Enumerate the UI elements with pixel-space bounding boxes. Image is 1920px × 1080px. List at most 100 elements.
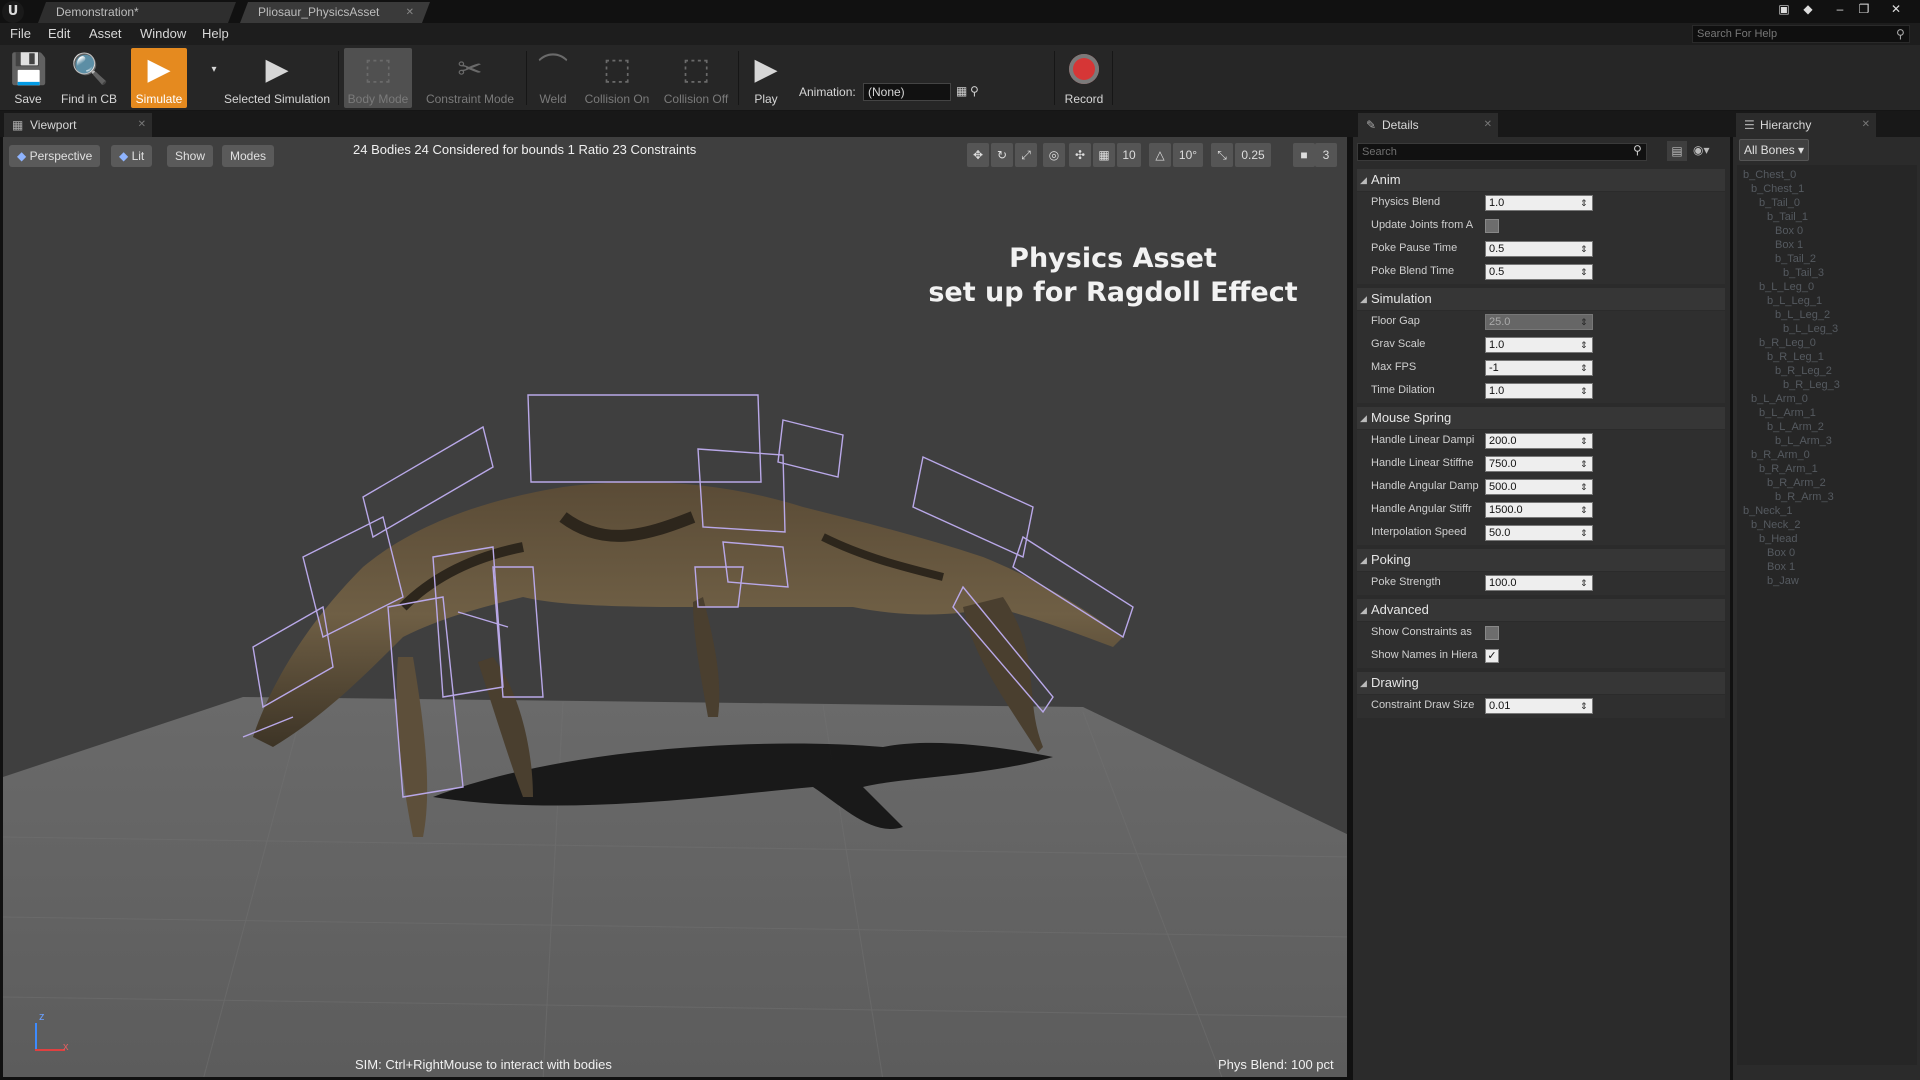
- close-window-icon[interactable]: ✕: [1884, 0, 1908, 20]
- category-poking[interactable]: ◢ Poking: [1357, 549, 1725, 571]
- bone-tree-item[interactable]: b_Tail_0: [1759, 197, 1800, 209]
- bone-tree-item[interactable]: Box 1: [1775, 239, 1803, 251]
- bone-tree-item[interactable]: b_L_Arm_3: [1775, 435, 1832, 447]
- rotate-icon[interactable]: ↻: [991, 143, 1013, 167]
- menu-asset[interactable]: Asset: [89, 26, 122, 41]
- body-mode-button[interactable]: ⬚ Body Mode: [344, 48, 412, 108]
- reset-arrow-icon[interactable]: ⇕: [1580, 385, 1590, 397]
- reset-arrow-icon[interactable]: ⇕: [1580, 339, 1590, 351]
- grid-icon[interactable]: ▦: [956, 84, 967, 98]
- bone-tree-item[interactable]: b_R_Arm_3: [1775, 491, 1834, 503]
- constraint-mode-button[interactable]: ✂ Constraint Mode: [420, 48, 520, 108]
- collapse-arrow-icon[interactable]: ◢: [1360, 288, 1367, 310]
- grid-snap-value[interactable]: 10: [1117, 143, 1141, 167]
- bones-filter-dropdown[interactable]: All Bones ▾: [1739, 139, 1809, 161]
- help-search-input[interactable]: Search For Help: [1692, 25, 1910, 43]
- bone-tree-item[interactable]: b_Neck_2: [1751, 519, 1801, 531]
- menu-window[interactable]: Window: [140, 26, 186, 41]
- close-tab-icon[interactable]: ✕: [1484, 113, 1492, 137]
- property-value-field[interactable]: 1.0 ⇕: [1485, 195, 1593, 211]
- category-mouse-spring[interactable]: ◢ Mouse Spring: [1357, 407, 1725, 429]
- bone-tree-item[interactable]: b_R_Arm_1: [1759, 463, 1818, 475]
- bone-tree-item[interactable]: b_R_Leg_3: [1783, 379, 1840, 391]
- reset-arrow-icon[interactable]: ⇕: [1580, 481, 1590, 493]
- collapse-arrow-icon[interactable]: ◢: [1360, 549, 1367, 571]
- property-value-field[interactable]: 0.5 ⇕: [1485, 241, 1593, 257]
- collapse-arrow-icon[interactable]: ◢: [1360, 672, 1367, 694]
- close-tab-icon[interactable]: ✕: [138, 113, 146, 137]
- details-search-input[interactable]: Search: [1357, 143, 1647, 161]
- reset-arrow-icon[interactable]: ⇕: [1580, 504, 1590, 516]
- bone-tree-item[interactable]: b_L_Arm_2: [1767, 421, 1824, 433]
- property-value-field[interactable]: 100.0 ⇕: [1485, 575, 1593, 591]
- category-drawing[interactable]: ◢ Drawing: [1357, 672, 1725, 694]
- weld-button[interactable]: ⌒ Weld: [534, 48, 572, 108]
- property-value-field[interactable]: -1 ⇕: [1485, 360, 1593, 376]
- save-button[interactable]: 💾 Save: [6, 48, 50, 108]
- show-button[interactable]: Show: [167, 145, 214, 167]
- simulate-button[interactable]: ▶ Simulate: [131, 48, 187, 108]
- reset-arrow-icon[interactable]: ⇕: [1580, 700, 1590, 712]
- reset-arrow-icon[interactable]: ⇕: [1580, 527, 1590, 539]
- viewport[interactable]: ◆ Perspective ◆ Lit Show Modes 24 Bodies…: [0, 137, 1350, 1080]
- play-button[interactable]: ▶ Play: [744, 48, 788, 108]
- bone-tree-item[interactable]: b_Chest_1: [1751, 183, 1804, 195]
- scale-snap-icon[interactable]: ⤡: [1211, 143, 1233, 167]
- modes-button[interactable]: Modes: [222, 145, 275, 167]
- find-in-cb-button[interactable]: 🔍 Find in CB: [58, 48, 120, 108]
- document-tab-physics-asset[interactable]: Pliosaur_PhysicsAsset ✕: [240, 2, 430, 23]
- property-matrix-icon[interactable]: ▤: [1667, 141, 1687, 161]
- bone-tree-item[interactable]: b_Tail_3: [1783, 267, 1824, 279]
- reset-arrow-icon[interactable]: ⇕: [1580, 362, 1590, 374]
- menu-edit[interactable]: Edit: [48, 26, 70, 41]
- collapse-arrow-icon[interactable]: ◢: [1360, 407, 1367, 429]
- unreal-logo-icon[interactable]: U: [2, 1, 24, 23]
- surface-snap-icon[interactable]: ✣: [1069, 143, 1091, 167]
- grid-snap-icon[interactable]: ▦: [1093, 143, 1115, 167]
- camera-speed-icon[interactable]: ■: [1293, 143, 1315, 167]
- close-tab-icon[interactable]: ✕: [1862, 113, 1870, 137]
- document-tab-demonstration[interactable]: Demonstration*: [38, 2, 236, 23]
- property-checkbox[interactable]: [1485, 219, 1499, 233]
- property-value-field[interactable]: 0.01 ⇕: [1485, 698, 1593, 714]
- bone-tree-item[interactable]: b_L_Arm_1: [1759, 407, 1816, 419]
- property-value-field[interactable]: 50.0 ⇕: [1485, 525, 1593, 541]
- notifications-icon[interactable]: ▣: [1772, 0, 1796, 20]
- bone-tree-item[interactable]: b_L_Leg_2: [1775, 309, 1830, 321]
- bone-tree-item[interactable]: b_R_Leg_1: [1767, 351, 1824, 363]
- bone-tree-item[interactable]: b_Tail_1: [1767, 211, 1808, 223]
- bone-tree-item[interactable]: b_L_Arm_0: [1751, 393, 1808, 405]
- camera-speed-value[interactable]: 3: [1315, 143, 1337, 167]
- search-icon[interactable]: ⚲: [1633, 143, 1642, 157]
- bone-tree-item[interactable]: b_Neck_1: [1743, 505, 1793, 517]
- maximize-icon[interactable]: ❐: [1852, 0, 1876, 20]
- collapse-arrow-icon[interactable]: ◢: [1360, 169, 1367, 191]
- world-space-icon[interactable]: ◎: [1043, 143, 1065, 167]
- reset-arrow-icon[interactable]: ⇕: [1580, 316, 1590, 328]
- property-value-field[interactable]: 0.5 ⇕: [1485, 264, 1593, 280]
- reset-arrow-icon[interactable]: ⇕: [1580, 435, 1590, 447]
- menu-file[interactable]: File: [10, 26, 31, 41]
- bone-tree-item[interactable]: Box 0: [1775, 225, 1803, 237]
- bone-tree-item[interactable]: b_Tail_2: [1775, 253, 1816, 265]
- bone-tree-item[interactable]: Box 1: [1767, 561, 1795, 573]
- property-checkbox[interactable]: ✓: [1485, 649, 1499, 663]
- scale-snap-value[interactable]: 0.25: [1235, 143, 1271, 167]
- bone-tree-item[interactable]: b_Jaw: [1767, 575, 1799, 587]
- close-tab-icon[interactable]: ✕: [406, 2, 414, 23]
- simulate-options-dropdown[interactable]: ▾: [196, 48, 216, 108]
- feedback-icon[interactable]: ◆: [1796, 0, 1820, 20]
- bone-tree-item[interactable]: b_L_Leg_3: [1783, 323, 1838, 335]
- property-value-field[interactable]: 1500.0 ⇕: [1485, 502, 1593, 518]
- eye-icon[interactable]: ◉▾: [1693, 143, 1710, 157]
- bone-tree-item[interactable]: b_R_Leg_2: [1775, 365, 1832, 377]
- perspective-button[interactable]: ◆ Perspective: [9, 145, 101, 167]
- hierarchy-tab[interactable]: ☰ Hierarchy ✕: [1736, 113, 1876, 137]
- bone-tree-item[interactable]: b_R_Arm_0: [1751, 449, 1810, 461]
- minimize-icon[interactable]: –: [1828, 0, 1852, 20]
- collapse-arrow-icon[interactable]: ◢: [1360, 599, 1367, 621]
- search-icon[interactable]: ⚲: [970, 84, 979, 98]
- bone-tree-item[interactable]: b_L_Leg_1: [1767, 295, 1822, 307]
- animation-selector[interactable]: (None): [863, 83, 951, 101]
- category-advanced[interactable]: ◢ Advanced: [1357, 599, 1725, 621]
